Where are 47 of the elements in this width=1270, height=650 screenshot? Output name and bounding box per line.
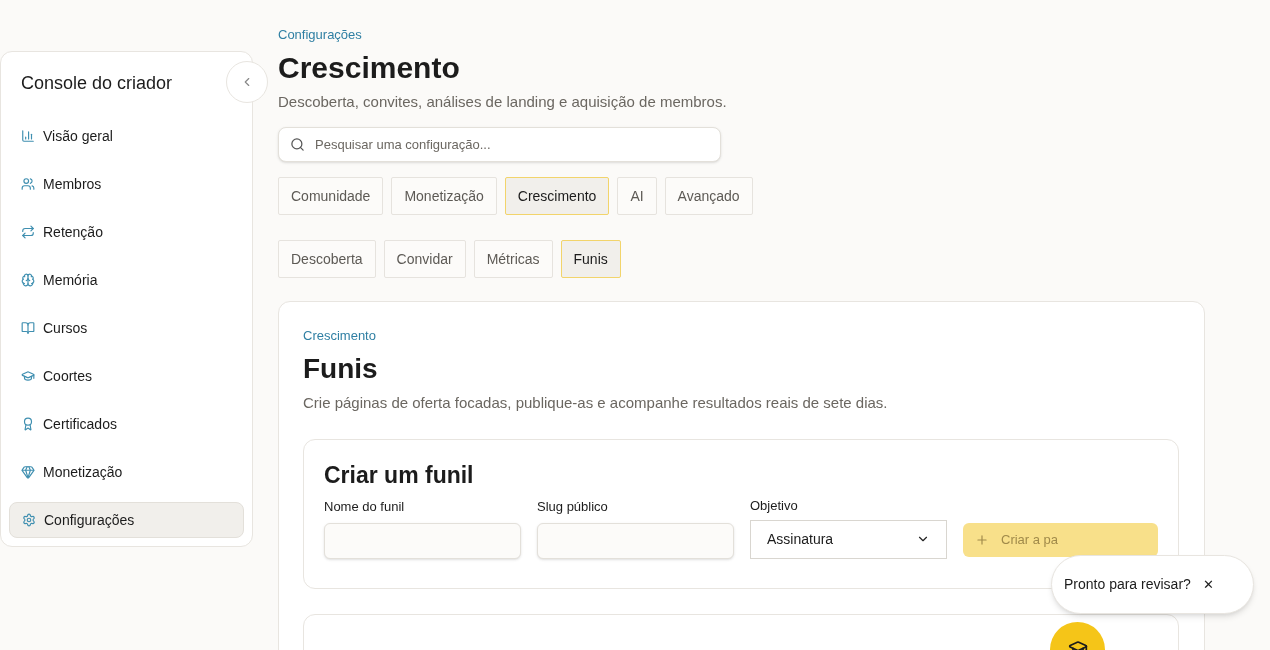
subtab[interactable]: Descoberta [278,240,376,278]
subtab[interactable]: Métricas [473,240,553,278]
popup-text: Pronto para revisar? [1064,575,1191,594]
gem-icon [21,465,35,479]
field-label: Objetivo [750,497,799,515]
page-subtitle: Descoberta, convites, análises de landing e aquisição de membros. [278,91,728,112]
input-field[interactable] [537,522,734,559]
users-icon [21,177,35,191]
sidebar-item[interactable]: Membros [9,166,244,202]
plus-icon [975,532,989,547]
field-label: Slug público [537,498,609,516]
settings-icon [22,513,36,527]
tab[interactable]: Avançado [664,177,753,215]
bar-chart-icon [21,129,35,143]
section-description: Crie páginas de oferta focadas, publique-as e acompanhe resultados reais de sete dias. [303,392,889,413]
tab[interactable]: AI [617,177,657,215]
page-title: Crescimento [278,49,461,86]
form-title: Criar um funil [324,461,475,490]
sidebar-item[interactable]: Retenção [9,214,244,250]
collapse-button[interactable] [226,61,268,103]
section-eyebrow: Crescimento [303,327,377,345]
graduation-cap-icon [21,369,35,383]
section-title: Funis [303,351,379,386]
tab[interactable]: Monetização [391,177,497,215]
book-icon [21,321,35,335]
search-icon [290,137,305,152]
sidebar-item[interactable]: Visão geral [9,118,244,154]
field-label: Nome do funil [324,498,406,516]
sidebar-item[interactable]: Configurações [9,502,244,538]
input-field[interactable] [324,522,521,559]
breadcrumb-link[interactable]: Configurações [278,25,362,45]
tab[interactable]: Crescimento [504,177,610,215]
subtab[interactable]: Funis [560,240,621,278]
award-icon [21,417,35,431]
subtab[interactable]: Convidar [383,240,466,278]
select-field[interactable]: Assinatura [750,519,947,559]
sidebar-item[interactable]: Monetização [9,454,244,490]
sidebar-item[interactable]: Cursos [9,310,244,346]
close-button[interactable]: ✕ [1202,574,1214,595]
sidebar-item[interactable]: Coortes [9,358,244,394]
sidebar-item[interactable]: Memória [9,262,244,298]
repeat-icon [21,225,35,239]
tab[interactable]: Comunidade [278,177,384,215]
search-field[interactable]: Pesquisar uma configuração... [278,127,721,162]
sidebar-item[interactable]: Certificados [9,406,244,442]
sidebar-title: Console do criador [20,72,174,95]
brain-icon [21,273,35,287]
